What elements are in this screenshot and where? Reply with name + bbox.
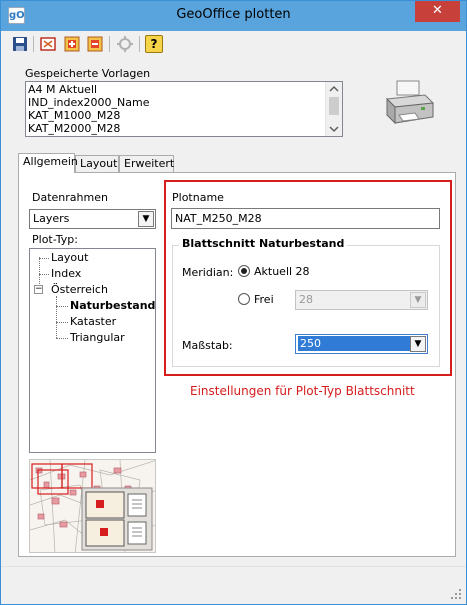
tree-line — [39, 258, 49, 259]
tree-node-oesterreich[interactable]: Österreich — [51, 283, 108, 296]
resize-grip-icon[interactable] — [450, 588, 462, 600]
tab-allgemein[interactable]: Allgemein — [18, 153, 78, 173]
tree-node-kataster[interactable]: Kataster — [70, 315, 116, 328]
plot-type-tree[interactable]: Layout Index − Österreich Naturbestand K… — [29, 248, 156, 453]
status-bar — [1, 566, 466, 604]
meridian-free-select[interactable]: 28 ▼ — [295, 290, 428, 310]
toolbar-separator — [139, 36, 140, 52]
list-item[interactable]: KAT_M1000_M28 — [28, 109, 120, 122]
data-frame-value: Layers — [33, 212, 70, 225]
plot-type-label: Plot-Typ: — [32, 233, 78, 246]
chevron-down-icon[interactable]: ▼ — [410, 292, 426, 308]
add-plot-icon[interactable] — [63, 35, 81, 53]
chevron-down-icon[interactable]: ▼ — [138, 211, 154, 227]
scrollbar-arrows — [329, 85, 339, 133]
plotname-label: Plotname — [172, 191, 224, 204]
close-button[interactable]: ✕ — [415, 1, 460, 22]
collapse-icon[interactable]: − — [34, 285, 43, 294]
tree-line — [56, 306, 68, 307]
tree-node-layout[interactable]: Layout — [51, 251, 88, 264]
tree-line — [56, 296, 57, 338]
window-title: GeoOffice plotten — [176, 7, 291, 22]
plot-preview-map — [29, 459, 156, 553]
templates-label: Gespeicherte Vorlagen — [25, 67, 151, 80]
tab-layout[interactable]: Layout — [75, 155, 119, 172]
toolbar: ? — [7, 33, 462, 55]
plot-dialog-window: gO GeoOffice plotten ✕ ? Gespeicherte Vo… — [0, 0, 467, 605]
remove-plot-icon[interactable] — [86, 35, 104, 53]
tree-node-triangular[interactable]: Triangular — [70, 331, 125, 344]
scale-label: Maßstab: — [182, 339, 233, 352]
list-item[interactable]: A4 M Aktuell — [28, 83, 97, 96]
meridian-free-label[interactable]: Frei — [254, 293, 274, 306]
section-title: Blattschnitt Naturbestand — [179, 237, 348, 250]
tree-line — [56, 322, 68, 323]
tree-line — [39, 274, 49, 275]
chevron-down-icon[interactable]: ▼ — [410, 336, 426, 352]
data-frame-select[interactable]: Layers ▼ — [29, 209, 156, 229]
meridian-free-value: 28 — [299, 293, 313, 306]
templates-list[interactable]: A4 M Aktuell IND_index2000_Name KAT_M100… — [25, 81, 343, 137]
save-icon[interactable] — [11, 35, 29, 53]
printer-icon[interactable] — [381, 75, 437, 131]
scale-value: 250 — [298, 336, 412, 351]
data-frame-label: Datenrahmen — [32, 191, 108, 204]
title-bar: gO GeoOffice plotten ✕ — [1, 1, 466, 31]
annotation-note: Einstellungen für Plot-Typ Blattschnitt — [190, 384, 415, 398]
tab-erweitert[interactable]: Erweitert — [119, 155, 174, 172]
plotname-input[interactable]: NAT_M250_M28 — [171, 208, 440, 229]
help-icon[interactable]: ? — [145, 35, 163, 53]
tree-node-naturbestand[interactable]: Naturbestand — [70, 299, 155, 312]
map-preview-image — [30, 460, 155, 552]
meridian-free-radio[interactable] — [238, 293, 250, 305]
settings-tool-icon[interactable] — [116, 35, 134, 53]
tree-node-index[interactable]: Index — [51, 267, 81, 280]
list-item[interactable]: IND_index2000_Name — [28, 96, 149, 109]
plot-frame-icon[interactable] — [39, 35, 57, 53]
templates-scrollbar[interactable] — [325, 82, 342, 136]
scale-select[interactable]: 250 ▼ — [295, 334, 428, 354]
list-item[interactable]: KAT_M2000_M28 — [28, 122, 120, 135]
toolbar-separator — [109, 36, 110, 52]
meridian-current-radio[interactable] — [238, 265, 250, 277]
meridian-current-label[interactable]: Aktuell 28 — [254, 265, 310, 278]
meridian-label: Meridian: — [182, 266, 234, 279]
tree-line — [56, 338, 68, 339]
toolbar-separator — [33, 36, 34, 52]
